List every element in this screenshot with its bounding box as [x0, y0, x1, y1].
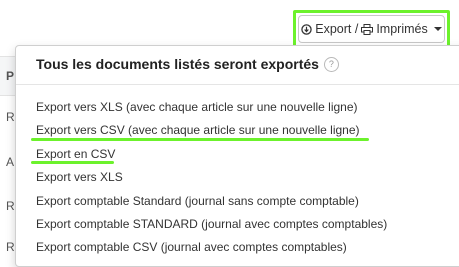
menu-item-export-accounting-standard-accounts[interactable]: Export comptable STANDARD (journal avec … [36, 217, 387, 231]
menu-item-export-xls-per-line[interactable]: Export vers XLS (avec chaque article sur… [36, 100, 358, 114]
table-row-cell: R [6, 199, 15, 213]
dropdown-divider [16, 84, 459, 85]
table-header-cell: P [6, 69, 15, 83]
menu-item-export-csv-per-line[interactable]: Export vers CSV (avec chaque article sur… [36, 123, 360, 137]
menu-item-export-xls[interactable]: Export vers XLS [36, 170, 123, 184]
highlight-underline [31, 138, 369, 141]
export-dropdown-menu: Tous les documents listés seront exporté… [15, 45, 459, 267]
table-row-cell: R [6, 240, 15, 254]
highlight-underline [31, 161, 114, 164]
menu-item-export-accounting-standard[interactable]: Export comptable Standard (journal sans … [36, 194, 359, 208]
menu-item-export-accounting-csv[interactable]: Export comptable CSV (journal avec compt… [36, 240, 347, 254]
menu-item-export-csv[interactable]: Export en CSV [36, 147, 115, 161]
dropdown-header: Tous les documents listés seront exporté… [36, 56, 339, 72]
dropdown-header-text: Tous les documents listés seront exporté… [36, 56, 319, 72]
help-icon[interactable]: ? [323, 56, 339, 72]
table-row-cell: A [6, 155, 15, 169]
export-button-highlight [293, 10, 450, 48]
table-row-cell: R [6, 110, 15, 124]
